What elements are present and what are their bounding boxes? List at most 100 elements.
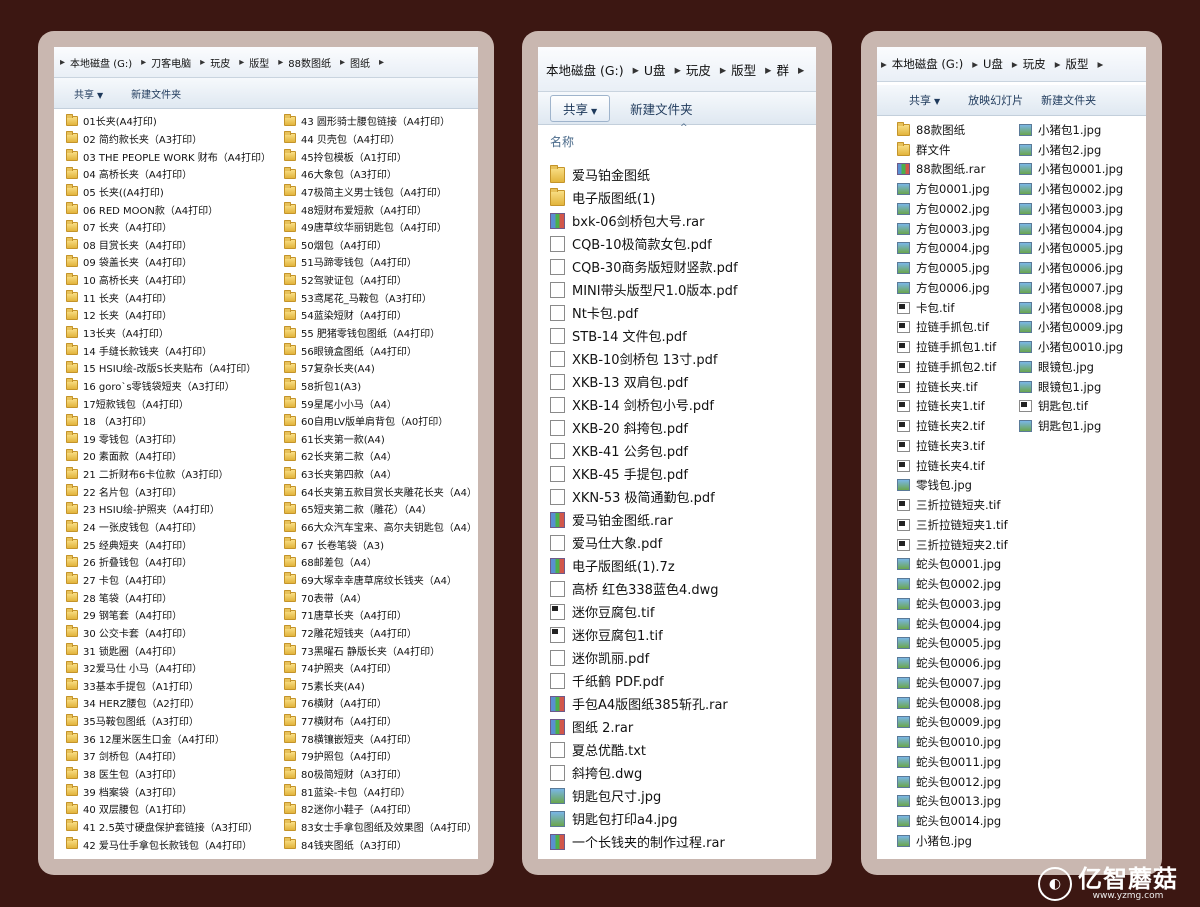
list-item[interactable]: bxk-06剑桥包大号.rar <box>550 209 738 232</box>
list-item[interactable]: 88款图纸 <box>897 120 1008 140</box>
list-item[interactable]: 17短款钱包（A4打印） <box>66 394 271 412</box>
list-item[interactable]: 52驾驶证包（A4打印） <box>284 271 477 289</box>
new-folder-button[interactable]: 新建文件夹 <box>131 86 181 101</box>
breadcrumb-arrow-icon[interactable]: ▸ <box>141 57 146 68</box>
list-item[interactable]: 27 卡包（A4打印） <box>66 571 271 589</box>
list-item[interactable]: 拉链手抓包.tif <box>897 318 1008 338</box>
list-item[interactable]: 小猪包2.jpg <box>1019 140 1123 160</box>
list-item[interactable]: 40 双层腰包（A1打印） <box>66 800 271 818</box>
list-item[interactable]: 41 2.5英寸硬盘保护套链接（A3打印） <box>66 818 271 836</box>
list-item[interactable]: 蛇头包0006.jpg <box>897 653 1008 673</box>
list-item[interactable]: 小猪包0007.jpg <box>1019 278 1123 298</box>
breadcrumb-segment[interactable]: 刀客电脑 <box>151 55 191 70</box>
breadcrumb-arrow-icon[interactable]: ▸ <box>675 62 681 77</box>
list-item[interactable]: 小猪包0009.jpg <box>1019 318 1123 338</box>
list-item[interactable]: 34 HERZ腰包（A2打印） <box>66 694 271 712</box>
list-item[interactable]: 51马蹄零钱包（A4打印） <box>284 253 477 271</box>
breadcrumb-segment[interactable]: U盘 <box>983 56 1003 72</box>
new-folder-button[interactable]: 新建文件夹 <box>630 99 693 118</box>
list-item[interactable]: 37 剑桥包（A4打印） <box>66 747 271 765</box>
new-folder-button[interactable]: 新建文件夹 <box>1041 92 1096 108</box>
list-item[interactable]: 方包0006.jpg <box>897 278 1008 298</box>
list-item[interactable]: 拉链长夹3.tif <box>897 436 1008 456</box>
list-item[interactable]: 42 爱马仕手拿包长款钱包（A4打印） <box>66 835 271 853</box>
breadcrumb-arrow-icon[interactable]: ▸ <box>379 57 384 68</box>
list-item[interactable]: 83女士手拿包图纸及效果图（A4打印） <box>284 818 477 836</box>
list-item[interactable]: 三折拉链短夹.tif <box>897 495 1008 515</box>
list-item[interactable]: 小猪包1.jpg <box>1019 120 1123 140</box>
list-item[interactable]: 02 简约款长夹（A3打印） <box>66 130 271 148</box>
list-item[interactable]: 16 goro`s零钱袋短夹（A3打印） <box>66 377 271 395</box>
list-item[interactable]: XKB-41 公务包.pdf <box>550 439 738 462</box>
list-item[interactable]: 小猪包0010.jpg <box>1019 337 1123 357</box>
list-item[interactable]: 方包0002.jpg <box>897 199 1008 219</box>
breadcrumb-arrow-icon[interactable]: ▸ <box>798 62 804 77</box>
slideshow-button[interactable]: 放映幻灯片 <box>968 92 1023 108</box>
list-item[interactable]: 28 笔袋（A4打印） <box>66 588 271 606</box>
list-item[interactable]: 群文件 <box>897 140 1008 160</box>
breadcrumb-segment[interactable]: 玩皮 <box>686 60 711 79</box>
list-item[interactable]: 31 锁匙圈（A4打印） <box>66 641 271 659</box>
list-item[interactable]: 蛇头包0008.jpg <box>897 693 1008 713</box>
list-item[interactable]: XKN-53 极简通勤包.pdf <box>550 485 738 508</box>
breadcrumb-arrow-icon[interactable]: ▸ <box>1055 57 1061 71</box>
breadcrumb-arrow-icon[interactable]: ▸ <box>200 57 205 68</box>
list-item[interactable]: 62长夹第二款（A4） <box>284 447 477 465</box>
list-item[interactable]: 蛇头包0014.jpg <box>897 811 1008 831</box>
list-item[interactable]: 32爱马仕 小马（A4打印） <box>66 659 271 677</box>
list-item[interactable]: 14 手缝长款钱夹（A4打印） <box>66 341 271 359</box>
breadcrumb-segment[interactable]: 本地磁盘 (G:) <box>70 55 132 70</box>
list-item[interactable]: 45拎包模板（A1打印） <box>284 147 477 165</box>
list-item[interactable]: XKB-20 斜挎包.pdf <box>550 416 738 439</box>
list-item[interactable]: 25 经典短夹（A4打印） <box>66 535 271 553</box>
breadcrumb-arrow-icon[interactable]: ▸ <box>765 62 771 77</box>
list-item[interactable]: 68邮差包（A4） <box>284 553 477 571</box>
list-item[interactable]: XKB-13 双肩包.pdf <box>550 370 738 393</box>
list-item[interactable]: 80极简短财（A3打印） <box>284 765 477 783</box>
breadcrumb-arrow-icon[interactable]: ▸ <box>633 62 639 77</box>
list-item[interactable]: 零钱包.jpg <box>897 476 1008 496</box>
list-item[interactable]: 74护照夹（A4打印） <box>284 659 477 677</box>
breadcrumb-segment[interactable]: 群 <box>776 60 789 79</box>
list-item[interactable]: 81蓝染-卡包（A4打印） <box>284 782 477 800</box>
breadcrumb-arrow-icon[interactable]: ▸ <box>340 57 345 68</box>
breadcrumb-arrow-icon[interactable]: ▸ <box>1097 57 1103 71</box>
list-item[interactable]: 迷你豆腐包1.tif <box>550 623 738 646</box>
list-item[interactable]: 82迷你小鞋子（A4打印） <box>284 800 477 818</box>
list-item[interactable]: 拉链长夹.tif <box>897 377 1008 397</box>
list-item[interactable]: 方包0003.jpg <box>897 219 1008 239</box>
breadcrumb-segment[interactable]: 玩皮 <box>210 55 230 70</box>
list-item[interactable]: 11 长夹（A4打印） <box>66 288 271 306</box>
list-item[interactable]: 小猪包0006.jpg <box>1019 258 1123 278</box>
list-item[interactable]: 30 公交卡套（A4打印） <box>66 624 271 642</box>
list-item[interactable]: 71唐草长夹（A4打印） <box>284 606 477 624</box>
share-button[interactable]: 共享 ▼ <box>909 92 940 108</box>
list-item[interactable]: 方包0001.jpg <box>897 179 1008 199</box>
list-item[interactable]: 29 钢笔套（A4打印） <box>66 606 271 624</box>
list-item[interactable]: CQB-10极简款女包.pdf <box>550 232 738 255</box>
list-item[interactable]: 爱马铂金图纸 <box>550 163 738 186</box>
breadcrumb-segment[interactable]: U盘 <box>644 60 666 79</box>
breadcrumb-segment[interactable]: 版型 <box>731 60 756 79</box>
address-bar[interactable]: 本地磁盘 (G:) ▸ U盘 ▸ 玩皮 ▸ 版型 ▸ 群 ▸ <box>538 47 816 92</box>
list-item[interactable]: 蛇头包0010.jpg <box>897 732 1008 752</box>
list-item[interactable]: 59星尾小小马（A4） <box>284 394 477 412</box>
list-item[interactable]: 蛇头包0004.jpg <box>897 614 1008 634</box>
list-item[interactable]: 爱马铂金图纸.rar <box>550 508 738 531</box>
list-item[interactable]: 26 折叠钱包（A4打印） <box>66 553 271 571</box>
list-item[interactable]: 66大众汽车宝来、高尔夫钥匙包（A4） <box>284 518 477 536</box>
list-item[interactable]: 小猪包.jpg <box>897 831 1008 851</box>
list-item[interactable]: MINI带头版型尺1.0版本.pdf <box>550 278 738 301</box>
list-item[interactable]: 20 素面款（A4打印） <box>66 447 271 465</box>
list-item[interactable]: 19 零钱包（A3打印） <box>66 430 271 448</box>
list-item[interactable]: 78横镶嵌短夹（A4打印） <box>284 729 477 747</box>
list-item[interactable]: 手包A4版图纸385斩孔.rar <box>550 692 738 715</box>
list-item[interactable]: 04 高桥长夹（A4打印） <box>66 165 271 183</box>
breadcrumb-segment[interactable]: 版型 <box>1065 56 1088 72</box>
list-item[interactable]: 22 名片包（A3打印） <box>66 482 271 500</box>
list-item[interactable]: 钥匙包1.jpg <box>1019 416 1123 436</box>
list-item[interactable]: 小猪包0003.jpg <box>1019 199 1123 219</box>
list-item[interactable]: 84钱夹图纸（A3打印） <box>284 835 477 853</box>
list-item[interactable]: 73黑曜石 静版长夹（A4打印） <box>284 641 477 659</box>
list-item[interactable]: Nt卡包.pdf <box>550 301 738 324</box>
